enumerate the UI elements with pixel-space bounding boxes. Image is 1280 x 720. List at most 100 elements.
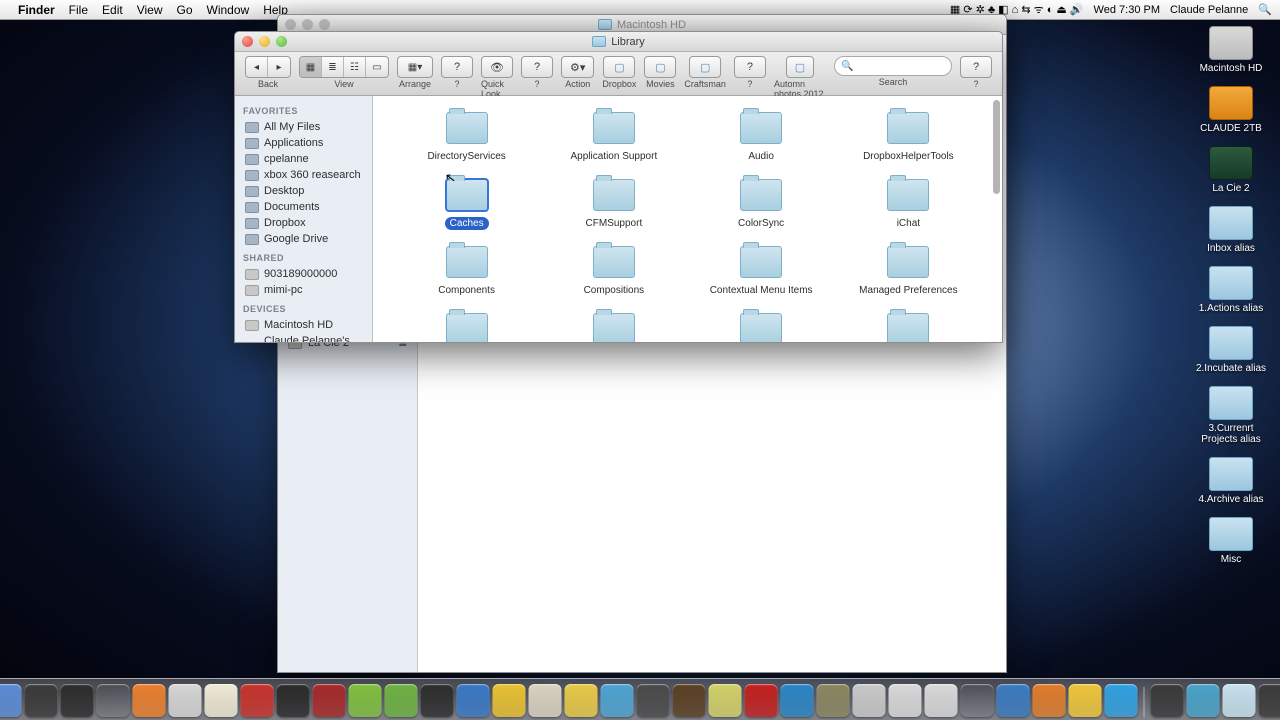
dock-item[interactable]	[205, 684, 238, 717]
folder-item[interactable]: Audio	[688, 106, 835, 173]
sidebar-item[interactable]: 903189000000	[235, 266, 372, 282]
dock-item[interactable]	[1223, 684, 1256, 717]
desktop-icon[interactable]: 3.Currenrt Projects alias	[1190, 386, 1272, 445]
folder-item[interactable]: ColorSync	[688, 173, 835, 240]
menu-edit[interactable]: Edit	[102, 3, 123, 17]
desktop-icon[interactable]: La Cie 2	[1209, 146, 1253, 194]
sidebar-item[interactable]: Google Drive	[235, 231, 372, 247]
menubar-clock[interactable]: Wed 7:30 PM	[1094, 4, 1160, 16]
zoom-button[interactable]	[276, 36, 287, 47]
toolbar-unknown-2[interactable]: ?	[521, 56, 553, 78]
dropbox-shortcut[interactable]: ▢	[603, 56, 635, 78]
folder-item[interactable]: Compositions	[540, 240, 687, 307]
desktop-icon[interactable]: 4.Archive alias	[1198, 457, 1263, 505]
arrange-button[interactable]: ▦▾	[397, 56, 433, 78]
nav-back-forward[interactable]: ◂▸	[245, 56, 291, 78]
sidebar-item[interactable]: Desktop	[235, 183, 372, 199]
close-button[interactable]	[285, 19, 296, 30]
dock-item[interactable]	[25, 684, 58, 717]
folder-item[interactable]: Components	[393, 240, 540, 307]
folder-item[interactable]: Server	[835, 307, 982, 342]
dock-item[interactable]	[889, 684, 922, 717]
dock[interactable]	[0, 678, 1280, 720]
minimize-button[interactable]	[259, 36, 270, 47]
dock-item[interactable]	[565, 684, 598, 717]
content-area[interactable]: DirectoryServicesApplication SupportAudi…	[373, 96, 1002, 342]
desktop-icon[interactable]: 1.Actions alias	[1199, 266, 1263, 314]
folder-item[interactable]: Caches	[393, 173, 540, 240]
folder-item[interactable]: DirectoryServices	[393, 106, 540, 173]
dock-item[interactable]	[385, 684, 418, 717]
desktop-icon[interactable]: CLAUDE 2TB	[1200, 86, 1262, 134]
menu-view[interactable]: View	[137, 3, 163, 17]
dock-item[interactable]	[637, 684, 670, 717]
folder-item[interactable]: CFMSupport	[540, 173, 687, 240]
dock-item[interactable]	[1259, 684, 1280, 717]
menu-file[interactable]: File	[69, 3, 88, 17]
dock-item[interactable]	[601, 684, 634, 717]
zoom-button[interactable]	[319, 19, 330, 30]
dock-item[interactable]	[97, 684, 130, 717]
menu-go[interactable]: Go	[177, 3, 193, 17]
dock-item[interactable]	[0, 684, 22, 717]
dock-item[interactable]	[961, 684, 994, 717]
toolbar-unknown-1[interactable]: ?	[441, 56, 473, 78]
folder-item[interactable]: Application Support	[540, 106, 687, 173]
recent-folder-shortcut[interactable]: ▢	[786, 56, 814, 78]
dock-item[interactable]	[1069, 684, 1102, 717]
folder-item[interactable]: Desktop Pictures	[393, 307, 540, 342]
sidebar-item[interactable]: Dropbox	[235, 215, 372, 231]
menubar-user[interactable]: Claude Pelanne	[1170, 4, 1248, 16]
quick-look-button[interactable]: 👁	[481, 56, 513, 78]
sidebar-item[interactable]: Claude Pelanne's i...	[235, 333, 372, 342]
dock-item[interactable]	[1151, 684, 1184, 717]
folder-item[interactable]: Dictionaries	[540, 307, 687, 342]
dock-item[interactable]	[61, 684, 94, 717]
sidebar-item[interactable]: cpelanne	[235, 151, 372, 167]
dock-item[interactable]	[745, 684, 778, 717]
spotlight-icon[interactable]: 🔍	[1258, 3, 1272, 16]
movies-shortcut[interactable]: ▢	[644, 56, 676, 78]
dock-item[interactable]	[169, 684, 202, 717]
folder-item[interactable]: Documentation	[688, 307, 835, 342]
view-mode[interactable]: ▦≣☷▭	[299, 56, 389, 78]
sidebar-item[interactable]: xbox 360 reasearch	[235, 167, 372, 183]
dock-item[interactable]	[709, 684, 742, 717]
action-button[interactable]: ⚙▾	[561, 56, 594, 78]
dock-item[interactable]	[313, 684, 346, 717]
scrollbar-thumb[interactable]	[993, 100, 1000, 194]
sidebar-item[interactable]: Macintosh HD	[235, 317, 372, 333]
folder-item[interactable]: iChat	[835, 173, 982, 240]
toolbar-unknown-3[interactable]: ?	[734, 56, 766, 78]
dock-item[interactable]	[781, 684, 814, 717]
dock-item[interactable]	[1105, 684, 1138, 717]
craftsman-shortcut[interactable]: ▢	[689, 56, 721, 78]
desktop-icon[interactable]: 2.Incubate alias	[1196, 326, 1266, 374]
dock-item[interactable]	[853, 684, 886, 717]
dock-item[interactable]	[997, 684, 1030, 717]
dock-item[interactable]	[241, 684, 274, 717]
dock-item[interactable]	[1187, 684, 1220, 717]
desktop-icon[interactable]: Inbox alias	[1207, 206, 1255, 254]
menu-window[interactable]: Window	[207, 3, 250, 17]
sidebar-item[interactable]: Documents	[235, 199, 372, 215]
dock-item[interactable]	[349, 684, 382, 717]
dock-item[interactable]	[493, 684, 526, 717]
toolbar-unknown-4[interactable]: ?	[960, 56, 992, 78]
dock-item[interactable]	[529, 684, 562, 717]
dock-item[interactable]	[817, 684, 850, 717]
dock-item[interactable]	[925, 684, 958, 717]
close-button[interactable]	[242, 36, 253, 47]
dock-item[interactable]	[133, 684, 166, 717]
desktop-icon[interactable]: Macintosh HD	[1200, 26, 1263, 74]
app-menu[interactable]: Finder	[18, 3, 55, 17]
finder-window-front[interactable]: Library ◂▸Back ▦≣☷▭View ▦▾Arrange ?? 👁Qu…	[234, 31, 1003, 343]
sidebar-item[interactable]: mimi-pc	[235, 282, 372, 298]
minimize-button[interactable]	[302, 19, 313, 30]
folder-item[interactable]: Contextual Menu Items	[688, 240, 835, 307]
dock-item[interactable]	[457, 684, 490, 717]
search-field[interactable]: 🔍	[834, 56, 952, 76]
dock-item[interactable]	[421, 684, 454, 717]
dock-item[interactable]	[277, 684, 310, 717]
dock-item[interactable]	[1033, 684, 1066, 717]
